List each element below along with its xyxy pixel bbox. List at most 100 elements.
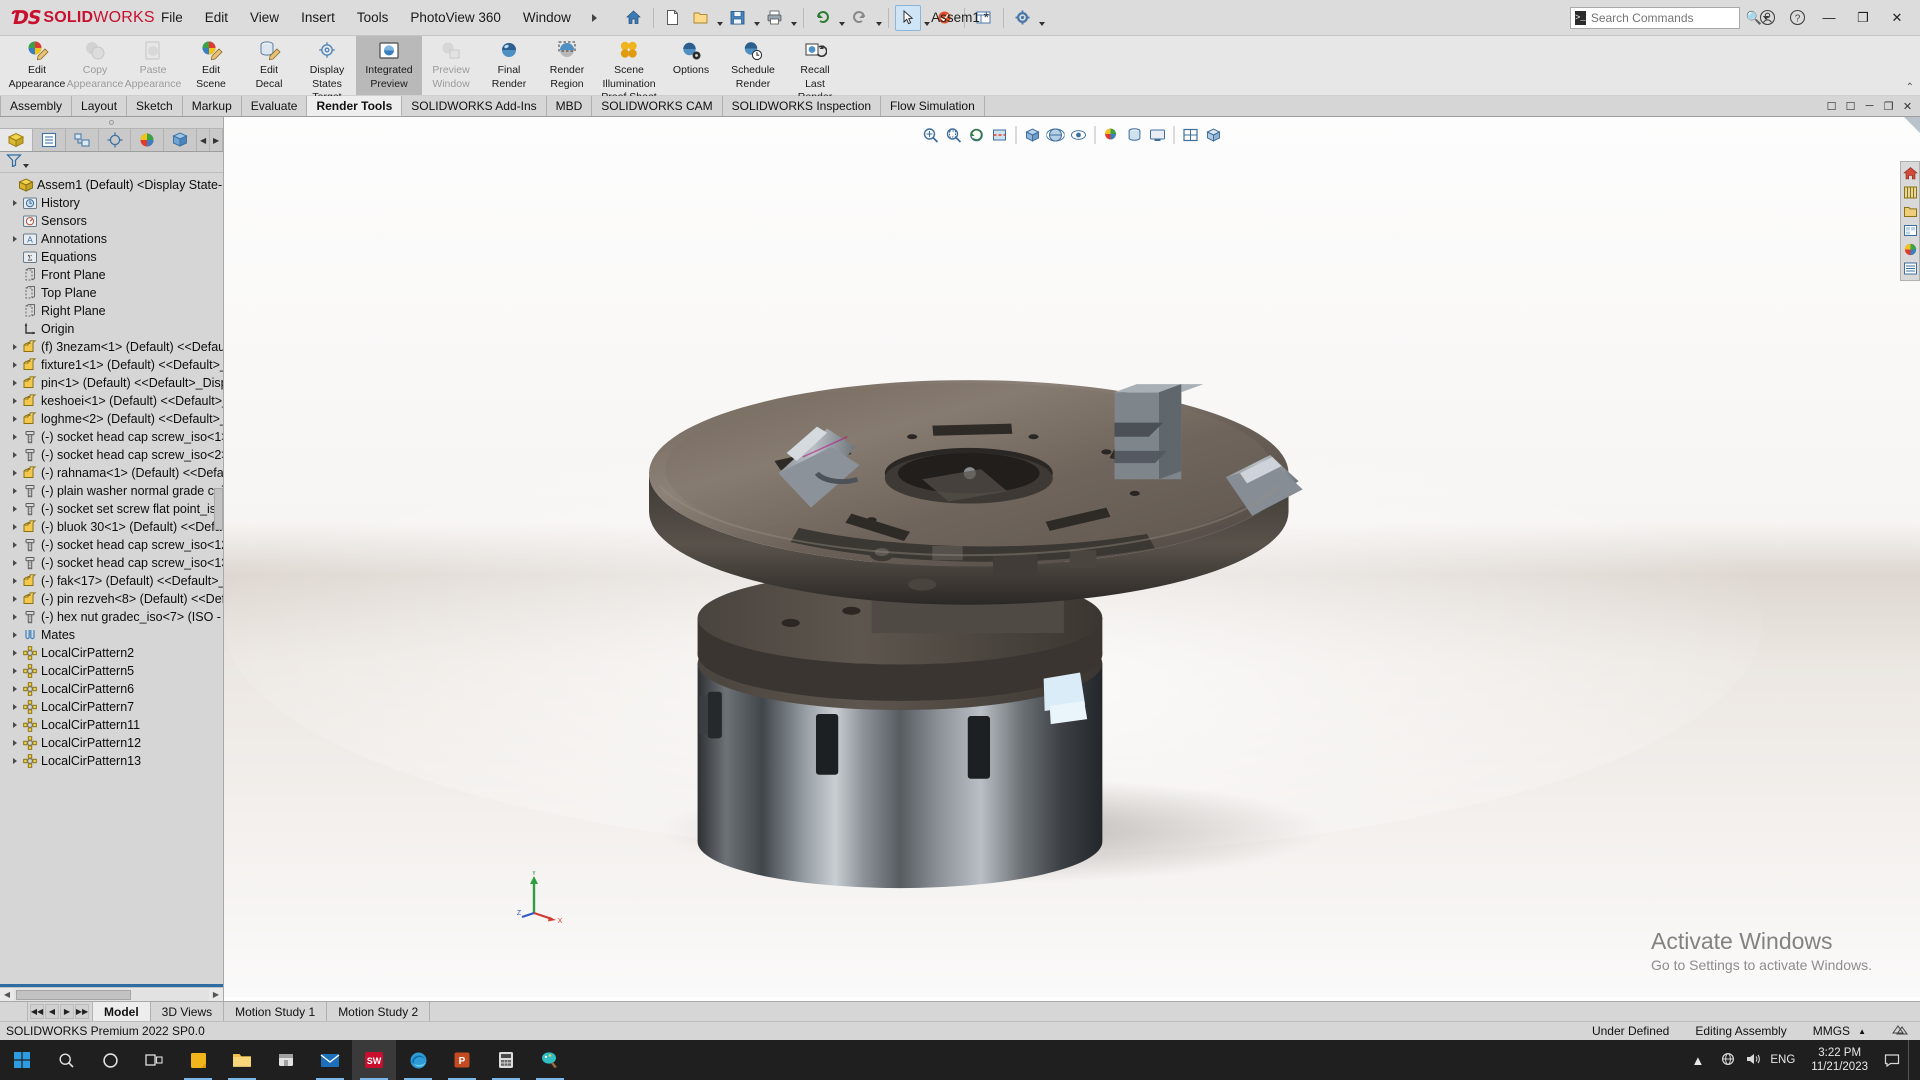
tree-node-part-3nezam[interactable]: (f) 3nezam<1> (Default) <<Default>_Disp (0, 338, 223, 356)
tree-node-screw-2[interactable]: (-) socket head cap screw_iso<2> (ISO 47… (0, 446, 223, 464)
tree-node-localcirpattern13[interactable]: LocalCirPattern13 (0, 752, 223, 770)
tree-node-localcirpattern5[interactable]: LocalCirPattern5 (0, 662, 223, 680)
ribbon-button-schedule-render[interactable]: Schedule Render (720, 36, 786, 95)
tab-solidworks-cam[interactable]: SOLIDWORKS CAM (592, 96, 723, 116)
tree-horizontal-scrollbar[interactable]: ◀ ▶ (0, 987, 223, 1001)
tree-node-screw-13[interactable]: (-) socket head cap screw_iso<13> (ISO 4… (0, 554, 223, 572)
home-icon[interactable] (621, 5, 647, 31)
ribbon-button-preview-window[interactable]: Preview Window (422, 36, 480, 95)
tree-node-equations[interactable]: Σ Equations (0, 248, 223, 266)
scrollbar-track[interactable] (14, 988, 209, 1001)
filter-dropdown-caret-icon[interactable] (23, 164, 29, 168)
task-view-icon[interactable] (132, 1040, 176, 1080)
view-settings-icon[interactable] (1147, 124, 1169, 146)
file-explorer-icon[interactable] (1901, 202, 1919, 221)
menu-item-file[interactable]: File (150, 4, 194, 32)
open-document-icon[interactable] (688, 5, 714, 31)
apply-scene-icon[interactable] (1124, 124, 1146, 146)
display-manager-tab[interactable] (131, 129, 165, 151)
tree-node-part-fak[interactable]: (-) fak<17> (Default) <<Default>_Display (0, 572, 223, 590)
expand-arrow-icon[interactable] (8, 341, 21, 354)
status-units[interactable]: MMGS (1813, 1024, 1850, 1038)
tab-mbd[interactable]: MBD (546, 96, 593, 116)
expand-arrow-icon[interactable] (8, 629, 21, 642)
tree-node-screw-1[interactable]: (-) socket head cap screw_iso<1> (ISO 47… (0, 428, 223, 446)
menu-item-photoview-360[interactable]: PhotoView 360 (399, 4, 512, 32)
expand-arrow-icon[interactable] (8, 611, 21, 624)
cortana-circle-icon[interactable] (88, 1040, 132, 1080)
expand-arrow-icon[interactable] (8, 737, 21, 750)
viewport-icon[interactable] (1180, 124, 1202, 146)
expand-arrow-icon[interactable] (8, 575, 21, 588)
tab-assembly[interactable]: Assembly (0, 96, 73, 116)
window-restore-button[interactable]: ❐ (1846, 3, 1880, 33)
tree-node-part-keshoei[interactable]: keshoei<1> (Default) <<Default>_Display (0, 392, 223, 410)
rebuild-icon[interactable] (932, 5, 958, 31)
ribbon-button-edit-scene[interactable]: Edit Scene (182, 36, 240, 95)
expand-arrow-icon[interactable] (8, 431, 21, 444)
tree-node-front-plane[interactable]: Front Plane (0, 266, 223, 284)
undo-dropdown-caret-icon[interactable] (838, 21, 845, 26)
print-dropdown-caret-icon[interactable] (790, 21, 797, 26)
solidworks-resources-home-icon[interactable] (1901, 164, 1919, 183)
menu-item-edit[interactable]: Edit (194, 4, 239, 32)
expand-arrow-icon[interactable] (8, 521, 21, 534)
ribbon-button-render-region[interactable]: Render Region (538, 36, 596, 95)
filter-funnel-icon[interactable] (6, 153, 22, 172)
tree-node-localcirpattern6[interactable]: LocalCirPattern6 (0, 680, 223, 698)
tree-node-part-pin[interactable]: pin<1> (Default) <<Default>_Display Stat (0, 374, 223, 392)
appearances-scenes-decals-icon[interactable] (1901, 240, 1919, 259)
new-document-icon[interactable] (660, 5, 686, 31)
edit-appearance-icon[interactable] (1101, 124, 1123, 146)
redo-icon[interactable] (847, 5, 873, 31)
tree-node-localcirpattern11[interactable]: LocalCirPattern11 (0, 716, 223, 734)
ribbon-button-copy-appearance[interactable]: Copy Appearance (66, 36, 124, 95)
panel-tabs-scroll-right[interactable]: ▶ (210, 129, 224, 151)
expand-arrow-icon[interactable] (8, 665, 21, 678)
mail-icon[interactable] (308, 1040, 352, 1080)
expand-arrow-icon[interactable] (4, 179, 17, 192)
doc-restore-icon[interactable]: ❐ (1880, 98, 1897, 115)
ribbon-button-recall-last-render[interactable]: Recall Last Render (786, 36, 844, 103)
menu-item-window[interactable]: Window (512, 4, 582, 32)
user-account-icon[interactable] (1752, 3, 1782, 33)
ribbon-button-integrated-preview[interactable]: Integrated Preview (356, 36, 422, 95)
scroll-right-arrow-icon[interactable]: ▶ (209, 990, 223, 999)
tree-node-localcirpattern7[interactable]: LocalCirPattern7 (0, 698, 223, 716)
property-manager-tab[interactable] (32, 129, 66, 151)
doc-minimize-icon[interactable]: ─ (1861, 98, 1878, 115)
select-dropdown-caret-icon[interactable] (923, 21, 930, 26)
tree-node-part-pin-rezveh[interactable]: (-) pin rezveh<8> (Default) <<Default>_D… (0, 590, 223, 608)
hide-show-items-icon[interactable] (1068, 124, 1090, 146)
help-question-icon[interactable]: ? (1782, 3, 1812, 33)
expand-arrow-icon[interactable] (8, 395, 21, 408)
custom-properties-icon[interactable] (1901, 259, 1919, 278)
bottom-tab-motion-study-2[interactable]: Motion Study 2 (327, 1002, 431, 1021)
tab-sketch[interactable]: Sketch (127, 96, 183, 116)
panel-grip-handle[interactable] (0, 117, 223, 128)
tree-node-top-plane[interactable]: Top Plane (0, 284, 223, 302)
tree-node-assembly-root[interactable]: Assem1 (Default) <Display State-1> (0, 176, 223, 194)
expand-arrow-icon[interactable] (8, 557, 21, 570)
file-explorer-icon[interactable] (220, 1040, 264, 1080)
expand-arrow-icon[interactable] (8, 539, 21, 552)
panel-tabs-scroll-left[interactable]: ◀ (197, 129, 211, 151)
expand-arrow-icon[interactable] (8, 701, 21, 714)
expand-arrow-icon[interactable] (8, 413, 21, 426)
tree-node-localcirpattern12[interactable]: LocalCirPattern12 (0, 734, 223, 752)
ribbon-button-paste-appearance[interactable]: Paste Appearance (124, 36, 182, 95)
tab-render-tools[interactable]: Render Tools (307, 96, 403, 116)
paint-3d-icon[interactable] (528, 1040, 572, 1080)
tree-vertical-scrollbar[interactable] (214, 488, 223, 530)
expand-arrow-icon[interactable] (8, 449, 21, 462)
bottom-tab-model[interactable]: Model (93, 1002, 151, 1021)
tray-expand-chevron-icon[interactable]: ▲ (1684, 1040, 1713, 1080)
ribbon-button-edit-appearance[interactable]: Edit Appearance (8, 36, 66, 95)
window-minimize-button[interactable]: — (1812, 3, 1846, 33)
undo-icon[interactable] (810, 5, 836, 31)
action-center-icon[interactable] (1876, 1040, 1908, 1080)
tree-node-part-rahnama[interactable]: (-) rahnama<1> (Default) <<Default>_Dis (0, 464, 223, 482)
tree-node-plain-washer[interactable]: (-) plain washer normal grade c_iso<1> (… (0, 482, 223, 500)
maximize-icon[interactable]: ☐ (1842, 98, 1859, 115)
taskbar-clock[interactable]: 3:22 PM 11/21/2023 (1803, 1046, 1876, 1074)
